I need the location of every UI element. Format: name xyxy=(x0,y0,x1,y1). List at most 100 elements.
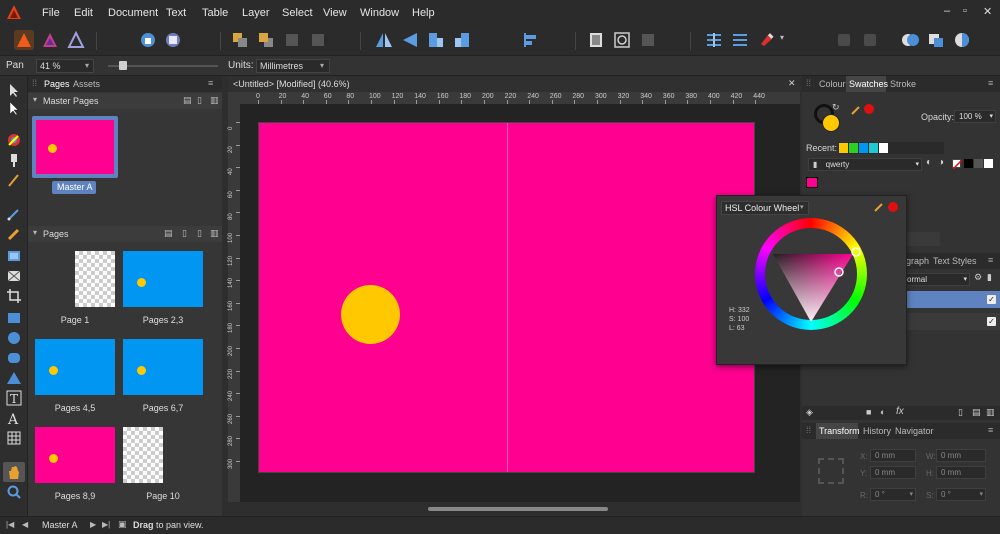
first-page-icon[interactable]: |◀ xyxy=(6,520,14,529)
previous-page-icon[interactable]: ◀ xyxy=(22,520,28,529)
circle-shape[interactable] xyxy=(341,285,400,344)
w-field[interactable]: 0 mm xyxy=(936,449,986,462)
tab-history[interactable]: History xyxy=(863,426,891,436)
rectangle-tool-icon[interactable] xyxy=(6,310,22,326)
shear-dropdown-icon[interactable]: ▾ xyxy=(979,489,983,500)
colour-mode-select[interactable]: HSL Colour Wheel ▾ xyxy=(721,201,809,215)
menu-document[interactable]: Document xyxy=(108,7,158,19)
maximize-button[interactable]: ▫ xyxy=(963,5,967,17)
tab-assets[interactable]: Assets xyxy=(73,79,100,89)
tab-paragraph[interactable]: graph xyxy=(906,256,929,266)
saturation-lightness-triangle[interactable] xyxy=(755,218,867,330)
none-swatch[interactable] xyxy=(952,159,963,170)
recent-swatch[interactable] xyxy=(869,143,878,153)
crop-tool-icon[interactable] xyxy=(6,288,22,304)
recent-swatch[interactable] xyxy=(839,143,848,153)
add-layer-icon[interactable]: ▯ xyxy=(958,407,963,418)
boolean-subtract-icon[interactable] xyxy=(926,30,946,50)
add-page-icon[interactable]: ▯ xyxy=(182,228,187,239)
collapse-icon[interactable]: ▾ xyxy=(33,228,37,237)
table-tool-icon[interactable] xyxy=(6,430,22,446)
y-field[interactable]: 0 mm xyxy=(870,466,916,479)
layers-icon[interactable]: ◈ xyxy=(806,407,813,418)
pages-2-3-thumbnail[interactable] xyxy=(123,251,203,307)
eyedropper-icon[interactable] xyxy=(850,104,862,116)
menu-window[interactable]: Window xyxy=(360,7,399,19)
pages-8-9-thumbnail[interactable] xyxy=(35,427,115,483)
x-field[interactable]: 0 mm xyxy=(870,449,916,462)
triangle-tool-icon[interactable] xyxy=(6,370,22,386)
menu-table[interactable]: Table xyxy=(202,7,228,19)
pages-4-5-thumbnail[interactable] xyxy=(35,339,115,395)
hsl-colour-wheel[interactable] xyxy=(755,218,867,330)
style-select[interactable]: ormal ▾ xyxy=(902,273,970,286)
shear-field[interactable]: 0 ° ▾ xyxy=(936,488,986,501)
collapse-icon[interactable]: ▾ xyxy=(33,95,37,104)
tab-swatches[interactable]: Swatches xyxy=(849,79,888,89)
undo-icon[interactable] xyxy=(834,30,854,50)
page-options-icon[interactable]: ▤ xyxy=(164,228,173,239)
zoom-dropdown-icon[interactable]: ▾ xyxy=(85,61,89,70)
master-options-icon[interactable]: ▤ xyxy=(183,95,192,106)
style-checkbox[interactable]: ✓ xyxy=(987,317,996,326)
arrange-back-icon[interactable] xyxy=(230,30,250,50)
swap-colours-icon[interactable]: ↻ xyxy=(832,102,840,113)
resource-manager-icon[interactable] xyxy=(163,30,183,50)
picked-colour-swatch[interactable] xyxy=(864,104,874,114)
master-a-label[interactable]: Master A xyxy=(52,181,96,194)
horizontal-ruler[interactable]: 0 20 40 60 80 100 120 140 160 180 200 220 240 260 280 3… xyxy=(240,92,800,104)
eyedropper-icon[interactable] xyxy=(873,201,885,213)
node-tool-icon[interactable] xyxy=(6,100,22,116)
menu-file[interactable]: File xyxy=(42,7,60,19)
last-page-icon[interactable]: ▶| xyxy=(102,520,110,529)
add-master-icon[interactable]: ▯ xyxy=(197,95,202,106)
palette-dropdown-icon[interactable]: ▾ xyxy=(915,159,919,170)
mask-icon[interactable]: ■ xyxy=(866,407,871,417)
picture-frame-tool-icon[interactable] xyxy=(6,248,22,264)
anchor-selector[interactable] xyxy=(818,458,844,484)
panel-menu-icon[interactable]: ≡ xyxy=(988,78,993,88)
delete-page-icon[interactable]: ▥ xyxy=(210,228,219,239)
text-wrap-icon[interactable] xyxy=(704,30,724,50)
palette-select[interactable]: ▮ qwerty ▾ xyxy=(808,158,922,171)
duplicate-page-icon[interactable]: ▯ xyxy=(197,228,202,239)
frame-text-tool-icon[interactable]: T xyxy=(6,390,22,406)
snapping-dropdown-icon[interactable]: ▾ xyxy=(780,33,784,42)
recent-swatch[interactable] xyxy=(879,143,888,153)
tab-colour[interactable]: Colour xyxy=(819,79,846,89)
fill-swatch[interactable] xyxy=(822,114,840,132)
rounded-rectangle-tool-icon[interactable] xyxy=(6,350,22,366)
photo-persona-button[interactable] xyxy=(40,30,60,50)
black-swatch[interactable] xyxy=(964,159,973,168)
rotate-right-icon[interactable] xyxy=(452,30,472,50)
delete-master-icon[interactable]: ▥ xyxy=(210,95,219,106)
delete-layer-icon[interactable]: ▥ xyxy=(986,407,995,418)
publisher-persona-button[interactable] xyxy=(14,30,34,50)
next-page-icon[interactable]: ▶ xyxy=(90,520,96,529)
rotation-dropdown-icon[interactable]: ▾ xyxy=(909,489,913,500)
style-checkbox[interactable]: ✓ xyxy=(987,295,996,304)
insert-picture-frame-icon[interactable] xyxy=(612,30,632,50)
style-options-icon[interactable]: ⚙ xyxy=(974,272,982,283)
document-tab[interactable]: <Untitled> [Modified] (40.6%) ✕ xyxy=(228,76,800,92)
close-button[interactable]: ✕ xyxy=(983,5,992,18)
palette-options-icon[interactable]: ◐ xyxy=(926,157,932,168)
master-a-thumbnail[interactable] xyxy=(32,116,118,178)
menu-text[interactable]: Text xyxy=(166,7,186,19)
add-swatch-icon[interactable]: ◑ xyxy=(938,157,944,168)
scrollbar-thumb[interactable] xyxy=(428,507,608,511)
tab-stroke[interactable]: Stroke xyxy=(890,79,916,89)
style-row[interactable]: ✓ xyxy=(902,313,1000,330)
align-icon[interactable] xyxy=(520,30,540,50)
style-dropdown-icon[interactable]: ▾ xyxy=(963,274,967,285)
snapping-magnet-icon[interactable] xyxy=(756,30,776,50)
close-document-icon[interactable]: ✕ xyxy=(788,78,796,89)
picked-colour-swatch[interactable] xyxy=(888,202,898,212)
units-dropdown-icon[interactable]: ▾ xyxy=(320,61,324,70)
insert-table-icon[interactable] xyxy=(638,30,658,50)
ellipse-tool-icon[interactable] xyxy=(6,330,22,346)
opacity-dropdown-icon[interactable]: ▾ xyxy=(989,111,993,122)
spread[interactable] xyxy=(258,122,755,473)
menu-view[interactable]: View xyxy=(323,7,347,19)
menu-select[interactable]: Select xyxy=(282,7,313,19)
